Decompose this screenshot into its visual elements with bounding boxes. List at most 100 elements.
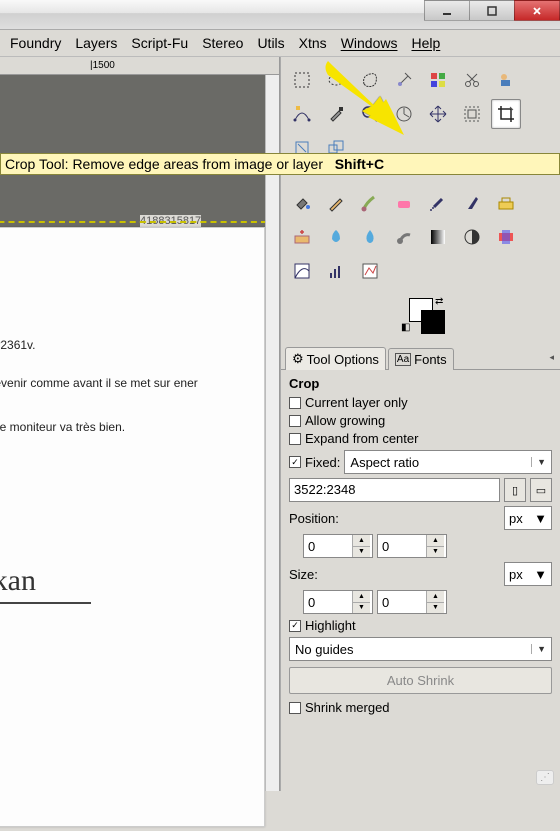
step-up-icon[interactable]: ▲ <box>427 591 444 603</box>
window-close-button[interactable] <box>514 0 560 21</box>
smudge-tool[interactable] <box>389 222 419 252</box>
align-tool[interactable] <box>457 99 487 129</box>
color-picker-tool[interactable] <box>321 99 351 129</box>
tab-tool-options[interactable]: ⚙ Tool Options <box>285 347 386 370</box>
window-minimize-button[interactable] <box>424 0 470 21</box>
rect-select-tool[interactable] <box>287 65 317 95</box>
combo-value: No guides <box>295 642 354 657</box>
menu-windows[interactable]: Windows <box>335 33 404 53</box>
paintbrush-tool[interactable] <box>355 188 385 218</box>
toolbox-grid <box>281 57 560 167</box>
fuzzy-select-tool[interactable] <box>389 65 419 95</box>
tab-label: Tool Options <box>307 352 379 367</box>
position-y-input[interactable]: ▲▼ <box>377 534 447 558</box>
orientation-portrait-button[interactable]: ▯ <box>504 478 526 502</box>
tooltip-text: Crop Tool: Remove edge areas from image … <box>5 156 323 172</box>
doc-text-line: t pas revenir comme avant il se met sur … <box>0 376 254 390</box>
menu-stereo[interactable]: Stereo <box>196 33 249 53</box>
guides-combo[interactable]: No guides ▼ <box>289 637 552 661</box>
highlight-label: Highlight <box>305 618 356 633</box>
auto-shrink-button[interactable]: Auto Shrink <box>289 667 552 694</box>
step-down-icon[interactable]: ▼ <box>427 547 444 558</box>
highlight-checkbox[interactable] <box>289 620 301 632</box>
heal-tool[interactable] <box>287 222 317 252</box>
menu-scriptfu[interactable]: Script-Fu <box>125 33 194 53</box>
threshold-tool[interactable] <box>355 256 385 286</box>
current-layer-only-checkbox[interactable] <box>289 397 301 409</box>
step-up-icon[interactable]: ▲ <box>353 591 370 603</box>
doc-text-line: dmi et le moniteur va très bien. <box>0 420 254 434</box>
ellipse-select-tool[interactable] <box>321 65 351 95</box>
allow-growing-checkbox[interactable] <box>289 415 301 427</box>
menu-foundry[interactable]: Foundry <box>4 33 67 53</box>
position-x-input[interactable]: ▲▼ <box>303 534 373 558</box>
position-label: Position: <box>289 511 349 526</box>
signature-underline <box>0 602 91 604</box>
step-up-icon[interactable]: ▲ <box>427 535 444 547</box>
step-down-icon[interactable]: ▼ <box>353 603 370 614</box>
clone-tool[interactable] <box>491 188 521 218</box>
foreground-select-tool[interactable] <box>491 65 521 95</box>
pencil-tool[interactable] <box>321 188 351 218</box>
swap-colors-icon[interactable]: ⇄ <box>435 296 443 307</box>
crop-tool[interactable] <box>491 99 521 129</box>
measure-tool[interactable] <box>389 99 419 129</box>
move-tool[interactable] <box>423 99 453 129</box>
size-width-input[interactable]: ▲▼ <box>303 590 373 614</box>
size-height-input[interactable]: ▲▼ <box>377 590 447 614</box>
position-unit-combo[interactable]: px ▼ <box>504 506 552 530</box>
by-color-select-tool[interactable] <box>423 65 453 95</box>
free-select-tool[interactable] <box>355 65 385 95</box>
perspective-clone-tool[interactable] <box>321 222 351 252</box>
menu-xtns[interactable]: Xtns <box>293 33 333 53</box>
menubar: Foundry Layers Script-Fu Stereo Utils Xt… <box>0 30 560 57</box>
step-down-icon[interactable]: ▼ <box>353 547 370 558</box>
levels-tool[interactable] <box>321 256 351 286</box>
shrink-merged-label: Shrink merged <box>305 700 390 715</box>
color-balance-tool[interactable] <box>457 222 487 252</box>
resize-grip-icon[interactable]: ⋰ <box>536 770 554 785</box>
combo-value: px <box>509 511 523 526</box>
airbrush-tool[interactable] <box>423 188 453 218</box>
document-page[interactable]: atron w2361v. t pas revenir comme avant … <box>0 227 265 827</box>
fixed-checkbox[interactable] <box>289 456 301 468</box>
aspect-ratio-input[interactable]: 3522:2348 <box>289 478 500 502</box>
combo-value: px <box>509 567 523 582</box>
reset-colors-icon[interactable]: ◧ <box>401 322 410 333</box>
fixed-label: Fixed: <box>305 455 340 470</box>
menu-utils[interactable]: Utils <box>251 33 290 53</box>
window-maximize-button[interactable] <box>469 0 515 21</box>
doc-text-line: atron w2361v. <box>0 338 254 352</box>
options-tabs: ⚙ Tool Options Aa Fonts ◂ <box>281 346 560 370</box>
step-up-icon[interactable]: ▲ <box>353 535 370 547</box>
scissors-tool[interactable] <box>457 65 487 95</box>
fixed-mode-combo[interactable]: Aspect ratio ▼ <box>344 450 552 474</box>
hue-saturation-tool[interactable] <box>491 222 521 252</box>
expand-from-center-checkbox[interactable] <box>289 433 301 445</box>
tab-menu-arrow-icon[interactable]: ◂ <box>547 350 556 365</box>
window-titlebar <box>0 0 560 30</box>
paint-tool-grid <box>281 174 560 290</box>
dodge-burn-tool[interactable] <box>423 222 453 252</box>
menu-layers[interactable]: Layers <box>69 33 123 53</box>
step-down-icon[interactable]: ▼ <box>427 603 444 614</box>
background-color-swatch[interactable] <box>421 310 445 334</box>
menu-help[interactable]: Help <box>405 33 446 53</box>
signature: Okan <box>0 564 254 598</box>
tab-label: Fonts <box>414 352 447 367</box>
curves-tool[interactable] <box>287 256 317 286</box>
shrink-merged-checkbox[interactable] <box>289 702 301 714</box>
combo-value: Aspect ratio <box>350 455 419 470</box>
ink-tool[interactable] <box>457 188 487 218</box>
tool-options-icon: ⚙ <box>292 351 304 367</box>
zoom-tool[interactable] <box>355 99 385 129</box>
bucket-fill-tool[interactable] <box>287 188 317 218</box>
tab-fonts[interactable]: Aa Fonts <box>388 348 454 370</box>
paths-tool[interactable] <box>287 99 317 129</box>
blur-tool[interactable] <box>355 222 385 252</box>
orientation-landscape-button[interactable]: ▭ <box>530 478 552 502</box>
size-unit-combo[interactable]: px ▼ <box>504 562 552 586</box>
chevron-down-icon: ▼ <box>534 567 547 582</box>
vertical-scrollbar[interactable] <box>265 75 279 791</box>
eraser-tool[interactable] <box>389 188 419 218</box>
